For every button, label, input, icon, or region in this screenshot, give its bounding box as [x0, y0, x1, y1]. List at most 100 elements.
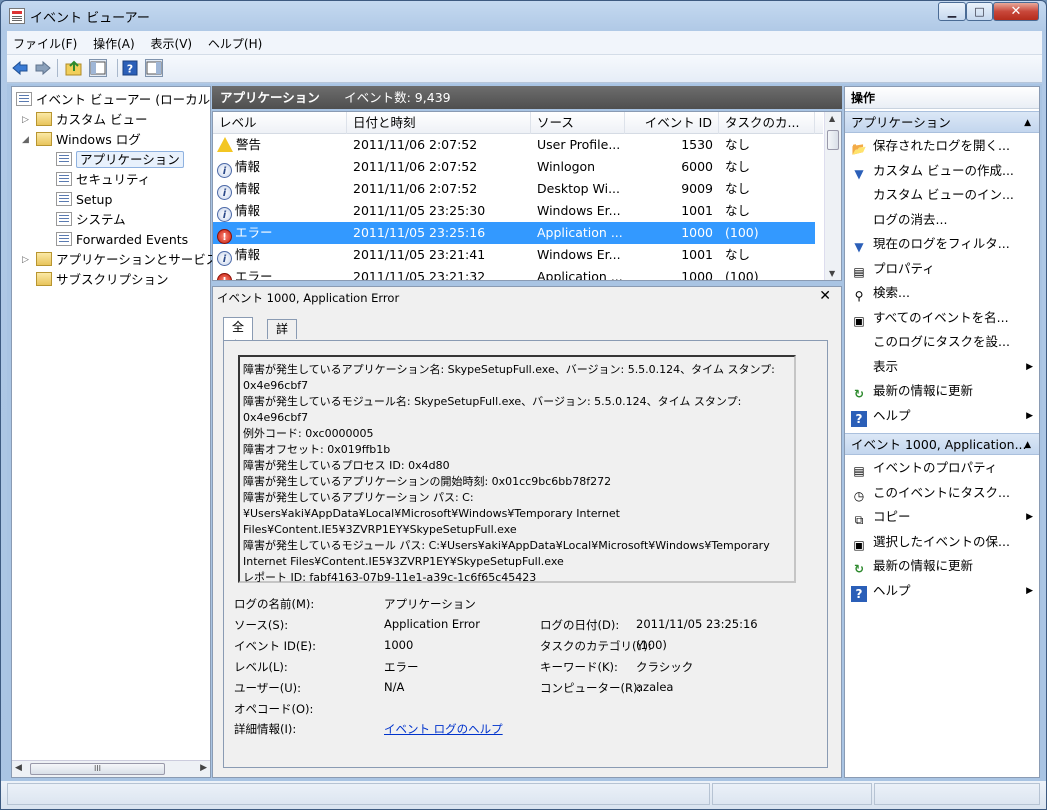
cell-event-id: 1001 [681, 203, 713, 218]
tree-horizontal-scrollbar[interactable]: ◀ III ▶ [12, 760, 210, 777]
actions-section-application[interactable]: アプリケーション ▲ [845, 111, 1039, 133]
table-row[interactable]: 警告 2011/11/06 2:07:52 User Profile... 15… [213, 134, 815, 156]
scroll-thumb[interactable]: III [30, 763, 165, 775]
computer-label: コンピューター(R): [540, 681, 642, 695]
back-icon[interactable] [11, 59, 29, 77]
action-item[interactable]: ↻ 最新の情報に更新 [851, 555, 1037, 577]
column-level[interactable]: レベル [213, 112, 347, 134]
action-item[interactable]: 📂 保存されたログを開く... [851, 135, 1037, 157]
action-item[interactable]: ? ヘルプ ▶ [851, 580, 1037, 602]
minimize-button[interactable]: ▁ [938, 2, 966, 21]
menu-view[interactable]: 表示(V) [145, 31, 199, 52]
event-log-help-link[interactable]: イベント ログのヘルプ [384, 722, 503, 736]
scroll-left-icon[interactable]: ◀ [15, 763, 22, 773]
column-task-category[interactable]: タスクのカ... [719, 112, 815, 134]
close-icon[interactable]: ✕ [819, 288, 831, 304]
keywords-value: クラシック [636, 660, 694, 674]
title-bar[interactable]: イベント ビューアー ▁ □ ✕ [1, 1, 1046, 31]
tab-details[interactable]: 詳細 [267, 319, 298, 355]
forward-icon[interactable] [34, 59, 52, 77]
tree-item-windows-logs[interactable]: ◢ Windows ログ [22, 131, 141, 149]
log-header: アプリケーション イベント数: 9,439 [212, 86, 842, 109]
tree-item-label: システム [76, 212, 126, 227]
cell-task: なし [725, 137, 751, 152]
table-row[interactable]: !エラー 2011/11/05 23:21:32 Application ...… [213, 266, 815, 281]
log-icon [56, 172, 72, 186]
action-item[interactable]: ⧉ コピー ▶ [851, 506, 1037, 528]
tree-item-subscriptions[interactable]: サブスクリプション [36, 271, 169, 289]
tree-item-forwarded-events[interactable]: Forwarded Events [56, 231, 188, 249]
collapse-icon[interactable]: ▲ [1024, 112, 1031, 134]
column-date-time[interactable]: 日付と時刻 [347, 112, 531, 134]
action-label: 検索... [873, 285, 910, 300]
column-event-id[interactable]: イベント ID [625, 112, 719, 134]
log-icon [56, 212, 72, 226]
event-description[interactable]: 障害が発生しているアプリケーション名: SkypeSetupFull.exe、バ… [238, 355, 796, 584]
tree-item-custom-views[interactable]: ▷ カスタム ビュー [22, 111, 147, 129]
table-row-selected[interactable]: ! エラー 2011/11/05 23:25:16 Application ...… [213, 222, 815, 244]
action-item[interactable]: 表示 ▶ [851, 356, 1037, 378]
tree-item-security[interactable]: セキュリティ [56, 171, 150, 189]
cell-task: (100) [725, 225, 759, 240]
action-item[interactable]: ◷ このイベントにタスク... [851, 482, 1037, 504]
scroll-down-icon[interactable]: ▼ [829, 269, 835, 278]
action-item[interactable]: ▣ すべてのイベントを名... [851, 307, 1037, 329]
collapse-arrow-icon[interactable]: ◢ [22, 131, 29, 149]
menu-action[interactable]: 操作(A) [87, 31, 141, 52]
toolbar-separator [57, 59, 58, 77]
action-item[interactable]: ▤ イベントのプロパティ [851, 457, 1037, 479]
table-row[interactable]: i 情報 2011/11/05 23:21:41 Windows Er... 10… [213, 244, 815, 266]
up-folder-icon[interactable] [65, 59, 83, 77]
event-list-scrollbar[interactable]: ▲ ▼ [824, 112, 841, 280]
action-item[interactable]: ? ヘルプ ▶ [851, 405, 1037, 427]
action-label: 最新の情報に更新 [873, 383, 974, 398]
cell-source: Application ... [537, 269, 623, 281]
close-button[interactable]: ✕ [993, 2, 1039, 21]
scroll-right-icon[interactable]: ▶ [200, 763, 207, 773]
action-item[interactable]: ⚲ 検索... [851, 282, 1037, 304]
menu-help[interactable]: ヘルプ(H) [202, 31, 268, 52]
tree-item-apps-services[interactable]: ▷ アプリケーションとサービス [22, 251, 218, 269]
cell-event-id: 6000 [681, 159, 713, 174]
logged-value: 2011/11/05 23:25:16 [636, 617, 758, 631]
action-label: ヘルプ [873, 407, 911, 423]
status-panel-main [7, 783, 710, 805]
cell-date: 2011/11/06 2:07:52 [353, 181, 478, 196]
scroll-up-icon[interactable]: ▲ [829, 114, 835, 123]
tree-item-setup[interactable]: Setup [56, 191, 112, 209]
tree-root[interactable]: イベント ビューアー (ローカル [16, 91, 210, 109]
menu-file[interactable]: ファイル(F) [7, 31, 83, 52]
task-category-value: (100) [636, 638, 667, 652]
action-item[interactable]: ▼ カスタム ビューの作成... [851, 160, 1037, 182]
action-item[interactable]: ログの消去... [851, 209, 1037, 231]
table-row[interactable]: i 情報 2011/11/06 2:07:52 Winlogon 6000 なし [213, 156, 815, 178]
tree-item-system[interactable]: システム [56, 211, 126, 229]
show-hide-action-icon[interactable] [145, 59, 163, 77]
scroll-thumb[interactable] [827, 130, 839, 150]
collapse-icon[interactable]: ▲ [1024, 434, 1031, 456]
event-list: レベル 日付と時刻 ソース イベント ID タスクのカ... 警告 2011/1… [212, 111, 842, 281]
tree-item-application[interactable]: アプリケーション [56, 151, 184, 169]
action-label: 表示 [873, 358, 899, 374]
tab-general[interactable]: 全般 [223, 317, 254, 353]
cell-source: Windows Er... [537, 203, 621, 218]
action-item[interactable]: このログにタスクを設... [851, 331, 1037, 353]
action-item[interactable]: ▼ 現在のログをフィルタ... [851, 233, 1037, 255]
toolbar: ? [7, 55, 1042, 83]
cell-event-id: 1000 [681, 225, 713, 240]
expand-arrow-icon[interactable]: ▷ [22, 251, 29, 269]
column-source[interactable]: ソース [531, 112, 625, 134]
action-label: カスタム ビューの作成... [873, 162, 1014, 178]
show-hide-tree-icon[interactable] [89, 59, 107, 77]
maximize-button[interactable]: □ [966, 2, 993, 21]
help-icon[interactable]: ? [121, 59, 139, 77]
action-item[interactable]: ▣ 選択したイベントの保... [851, 531, 1037, 553]
table-row[interactable]: i 情報 2011/11/06 2:07:52 Desktop Wi... 900… [213, 178, 815, 200]
event-viewer-app-icon[interactable] [9, 8, 25, 24]
actions-section-event[interactable]: イベント 1000, Application... ▲ [845, 433, 1039, 455]
action-item[interactable]: ▤ プロパティ [851, 258, 1037, 280]
action-item[interactable]: カスタム ビューのイン... [851, 184, 1037, 206]
table-row[interactable]: i 情報 2011/11/05 23:25:30 Windows Er... 10… [213, 200, 815, 222]
expand-arrow-icon[interactable]: ▷ [22, 111, 29, 129]
action-item[interactable]: ↻ 最新の情報に更新 [851, 380, 1037, 402]
